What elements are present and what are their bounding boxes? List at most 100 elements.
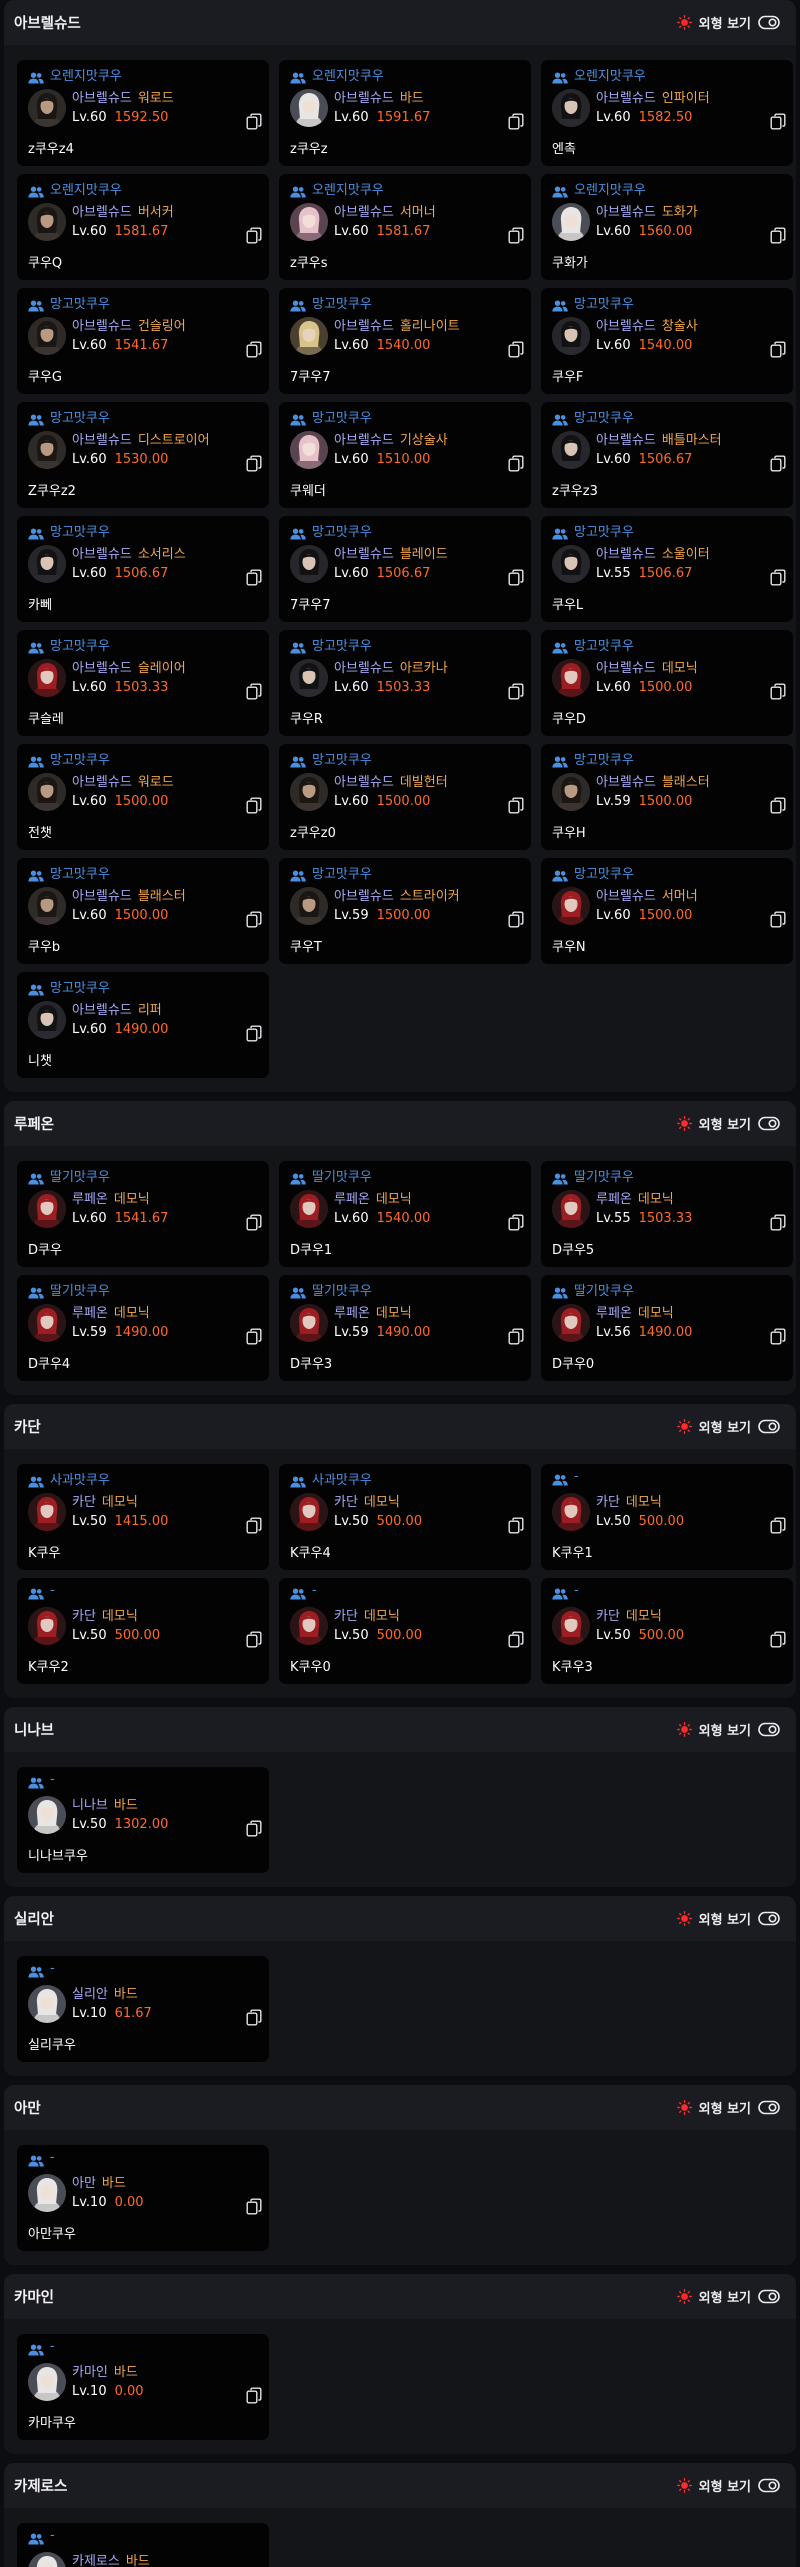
character-card[interactable]: 망고맛쿠우 아브렐슈드 서머너 Lv.60 1500.00 쿠우N [541, 858, 793, 964]
character-card[interactable]: - 카단 데모닉 Lv.50 500.00 K쿠우1 [541, 1464, 793, 1570]
copy-icon[interactable] [508, 455, 524, 472]
view-appearance-button[interactable]: 외형 보기 [676, 13, 780, 32]
copy-icon[interactable] [246, 1517, 262, 1534]
copy-icon[interactable] [770, 113, 786, 130]
copy-icon[interactable] [508, 683, 524, 700]
view-appearance-button[interactable]: 외형 보기 [676, 1114, 780, 1133]
copy-icon[interactable] [770, 341, 786, 358]
character-card[interactable]: 망고맛쿠우 아브렐슈드 블레이드 Lv.60 1506.67 7쿠우7 [279, 516, 531, 622]
character-card[interactable]: 딸기맛쿠우 루페온 데모닉 Lv.56 1490.00 D쿠우0 [541, 1275, 793, 1381]
copy-icon[interactable] [770, 1631, 786, 1648]
copy-icon[interactable] [246, 1214, 262, 1231]
character-card[interactable]: 망고맛쿠우 아브렐슈드 디스트로이어 Lv.60 1530.00 Z쿠우z2 [17, 402, 269, 508]
character-card[interactable]: 망고맛쿠우 아브렐슈드 소울이터 Lv.55 1506.67 쿠우L [541, 516, 793, 622]
view-appearance-button[interactable]: 외형 보기 [676, 1417, 780, 1436]
view-appearance-button[interactable]: 외형 보기 [676, 1720, 780, 1739]
character-card[interactable]: 망고맛쿠우 아브렐슈드 블래스터 Lv.60 1500.00 쿠우b [17, 858, 269, 964]
character-card[interactable]: 딸기맛쿠우 루페온 데모닉 Lv.59 1490.00 D쿠우3 [279, 1275, 531, 1381]
copy-icon[interactable] [246, 569, 262, 586]
copy-icon[interactable] [246, 1025, 262, 1042]
character-card[interactable]: 망고맛쿠우 아브렐슈드 스트라이커 Lv.59 1500.00 쿠우T [279, 858, 531, 964]
character-card[interactable]: 망고맛쿠우 아브렐슈드 기상술사 Lv.60 1510.00 쿠웨더 [279, 402, 531, 508]
character-card[interactable]: 망고맛쿠우 아브렐슈드 슬레이어 Lv.60 1503.33 쿠슬레 [17, 630, 269, 736]
copy-icon[interactable] [508, 1328, 524, 1345]
character-card[interactable]: - 니나브 바드 Lv.50 1302.00 니나브쿠우 [17, 1767, 269, 1873]
copy-icon[interactable] [770, 569, 786, 586]
copy-icon[interactable] [246, 2387, 262, 2404]
copy-icon[interactable] [508, 341, 524, 358]
character-card[interactable]: 오렌지맛쿠우 아브렐슈드 워로드 Lv.60 1592.50 z쿠우z4 [17, 60, 269, 166]
eye-toggle-icon[interactable] [758, 1911, 780, 1926]
character-card[interactable]: 망고맛쿠우 아브렐슈드 아르카나 Lv.60 1503.33 쿠우R [279, 630, 531, 736]
view-appearance-button[interactable]: 외형 보기 [676, 2476, 780, 2495]
character-card[interactable]: 딸기맛쿠우 루페온 데모닉 Lv.59 1490.00 D쿠우4 [17, 1275, 269, 1381]
character-card[interactable]: - 카단 데모닉 Lv.50 500.00 K쿠우3 [541, 1578, 793, 1684]
copy-icon[interactable] [246, 1631, 262, 1648]
copy-icon[interactable] [770, 797, 786, 814]
copy-icon[interactable] [508, 1631, 524, 1648]
character-card[interactable]: 오렌지맛쿠우 아브렐슈드 버서커 Lv.60 1581.67 쿠우Q [17, 174, 269, 280]
copy-icon[interactable] [246, 1820, 262, 1837]
character-card[interactable]: 망고맛쿠우 아브렐슈드 창술사 Lv.60 1540.00 쿠우F [541, 288, 793, 394]
character-card[interactable]: 오렌지맛쿠우 아브렐슈드 인파이터 Lv.60 1582.50 엔촉 [541, 60, 793, 166]
character-card[interactable]: 망고맛쿠우 아브렐슈드 데모닉 Lv.60 1500.00 쿠우D [541, 630, 793, 736]
character-card[interactable]: 망고맛쿠우 아브렐슈드 데빌헌터 Lv.60 1500.00 z쿠우z0 [279, 744, 531, 850]
character-card[interactable]: 사과맛쿠우 카단 데모닉 Lv.50 1415.00 K쿠우 [17, 1464, 269, 1570]
copy-icon[interactable] [246, 227, 262, 244]
character-card[interactable]: - 실리안 바드 Lv.10 61.67 실리쿠우 [17, 1956, 269, 2062]
copy-icon[interactable] [508, 227, 524, 244]
copy-icon[interactable] [508, 113, 524, 130]
character-card[interactable]: 망고맛쿠우 아브렐슈드 건슬링어 Lv.60 1541.67 쿠우G [17, 288, 269, 394]
copy-icon[interactable] [508, 569, 524, 586]
character-card[interactable]: - 카마인 바드 Lv.10 0.00 카마쿠우 [17, 2334, 269, 2440]
copy-icon[interactable] [246, 1328, 262, 1345]
eye-toggle-icon[interactable] [758, 1116, 780, 1131]
character-card[interactable]: 오렌지맛쿠우 아브렐슈드 서머너 Lv.60 1581.67 z쿠우s [279, 174, 531, 280]
character-card[interactable]: 딸기맛쿠우 루페온 데모닉 Lv.60 1540.00 D쿠우1 [279, 1161, 531, 1267]
character-card[interactable]: 망고맛쿠우 아브렐슈드 홀리나이트 Lv.60 1540.00 7쿠우7 [279, 288, 531, 394]
character-card[interactable]: - 카단 데모닉 Lv.50 500.00 K쿠우2 [17, 1578, 269, 1684]
copy-icon[interactable] [770, 455, 786, 472]
character-card[interactable]: - 카단 데모닉 Lv.50 500.00 K쿠우0 [279, 1578, 531, 1684]
copy-icon[interactable] [508, 911, 524, 928]
copy-icon[interactable] [770, 1517, 786, 1534]
character-card[interactable]: 망고맛쿠우 아브렐슈드 리퍼 Lv.60 1490.00 니챗 [17, 972, 269, 1078]
eye-toggle-icon[interactable] [758, 2289, 780, 2304]
character-card[interactable]: 사과맛쿠우 카단 데모닉 Lv.50 500.00 K쿠우4 [279, 1464, 531, 1570]
copy-icon[interactable] [246, 2198, 262, 2215]
copy-icon[interactable] [246, 797, 262, 814]
character-card[interactable]: 망고맛쿠우 아브렐슈드 배틀마스터 Lv.60 1506.67 z쿠우z3 [541, 402, 793, 508]
copy-icon[interactable] [770, 1214, 786, 1231]
character-card[interactable]: 딸기맛쿠우 루페온 데모닉 Lv.60 1541.67 D쿠우 [17, 1161, 269, 1267]
copy-icon[interactable] [246, 341, 262, 358]
view-appearance-button[interactable]: 외형 보기 [676, 2287, 780, 2306]
copy-icon[interactable] [770, 1328, 786, 1345]
copy-icon[interactable] [508, 797, 524, 814]
copy-icon[interactable] [770, 911, 786, 928]
copy-icon[interactable] [246, 911, 262, 928]
character-card[interactable]: 망고맛쿠우 아브렐슈드 소서리스 Lv.60 1506.67 카뻬 [17, 516, 269, 622]
copy-icon[interactable] [508, 1214, 524, 1231]
character-card[interactable]: 딸기맛쿠우 루페온 데모닉 Lv.55 1503.33 D쿠우5 [541, 1161, 793, 1267]
character-card[interactable]: 망고맛쿠우 아브렐슈드 블래스터 Lv.59 1500.00 쿠우H [541, 744, 793, 850]
copy-icon[interactable] [770, 227, 786, 244]
copy-icon[interactable] [246, 113, 262, 130]
copy-icon[interactable] [770, 683, 786, 700]
eye-toggle-icon[interactable] [758, 1419, 780, 1434]
copy-icon[interactable] [246, 683, 262, 700]
guild-name: 딸기맛쿠우 [50, 1170, 110, 1185]
character-card[interactable]: 오렌지맛쿠우 아브렐슈드 도화가 Lv.60 1560.00 쿠화가 [541, 174, 793, 280]
character-card[interactable]: 오렌지맛쿠우 아브렐슈드 바드 Lv.60 1591.67 z쿠우z [279, 60, 531, 166]
eye-toggle-icon[interactable] [758, 2478, 780, 2493]
character-card[interactable]: - 카제로스바드 Lv.100.00 카제쿠우 [17, 2523, 269, 2567]
eye-toggle-icon[interactable] [758, 1722, 780, 1737]
character-card[interactable]: - 아만 바드 Lv.10 0.00 아만쿠우 [17, 2145, 269, 2251]
eye-toggle-icon[interactable] [758, 15, 780, 30]
copy-icon[interactable] [508, 1517, 524, 1534]
copy-icon[interactable] [246, 2009, 262, 2026]
copy-icon[interactable] [246, 455, 262, 472]
view-appearance-button[interactable]: 외형 보기 [676, 1909, 780, 1928]
eye-toggle-icon[interactable] [758, 2100, 780, 2115]
character-card[interactable]: 망고맛쿠우 아브렐슈드 워로드 Lv.60 1500.00 전챗 [17, 744, 269, 850]
view-appearance-button[interactable]: 외형 보기 [676, 2098, 780, 2117]
